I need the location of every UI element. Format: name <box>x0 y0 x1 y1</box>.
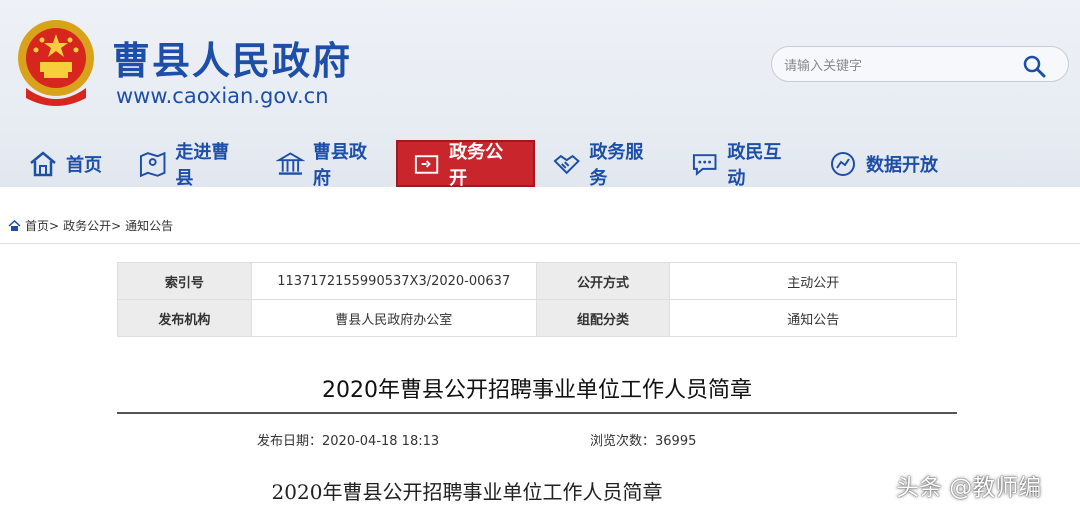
data-icon <box>831 151 855 176</box>
document-icon <box>414 154 439 174</box>
nav-label: 曹县政府 <box>312 141 367 189</box>
nav-item-gov-affairs-open[interactable]: 政务公开 <box>396 140 535 189</box>
publish-date: 发布日期：2020-04-18 18:13 <box>257 434 440 449</box>
org-label: 发布机构 <box>117 299 252 337</box>
site-title[interactable]: 曹县人民政府 <box>112 30 352 85</box>
map-icon <box>139 151 166 177</box>
site-header: 曹县人民政府 www.caoxian.gov.cn <box>0 0 1080 140</box>
mode-label: 公开方式 <box>535 262 671 300</box>
nav-label: 政务公开 <box>449 141 504 189</box>
article-title: 2020年曹县公开招聘事业单位工作人员简章 <box>322 378 752 403</box>
nav-label: 走进曹县 <box>175 141 230 189</box>
title-divider <box>117 412 957 414</box>
nav-label: 数据开放 <box>866 154 938 176</box>
category-value: 通知公告 <box>669 299 957 337</box>
org-value: 曹县人民政府办公室 <box>250 299 537 337</box>
breadcrumb-home[interactable]: 首页> <box>25 217 59 234</box>
category-label: 组配分类 <box>535 299 671 337</box>
nav-item-services[interactable]: 政务服务 <box>538 140 674 189</box>
nav-item-interaction[interactable]: 政民互动 <box>676 140 812 189</box>
breadcrumb: 首页> 政务公开> 通知公告 <box>8 217 173 234</box>
nav-label: 政民互动 <box>727 141 782 189</box>
chat-icon <box>692 153 717 176</box>
nav-item-open-data[interactable]: 数据开放 <box>814 140 954 187</box>
home-icon <box>30 150 56 176</box>
nav-item-about[interactable]: 走进曹县 <box>124 140 260 189</box>
handshake-icon <box>553 154 580 174</box>
government-building-icon <box>276 151 305 175</box>
search-box <box>771 46 1069 82</box>
search-input[interactable] <box>782 55 1016 77</box>
nav-item-home[interactable]: 首页 <box>14 140 126 187</box>
search-icon[interactable] <box>1022 54 1046 78</box>
nav-label: 政务服务 <box>589 141 644 189</box>
index-value: 1137172155990537X3/2020-00637 <box>250 262 537 300</box>
nav-item-government[interactable]: 曹县政府 <box>262 140 396 189</box>
breadcrumb-bar: 首页> 政务公开> 通知公告 <box>0 187 1080 244</box>
mode-value: 主动公开 <box>669 262 957 300</box>
breadcrumb-notices[interactable]: 通知公告 <box>125 217 173 234</box>
home-icon[interactable] <box>8 219 21 232</box>
index-label: 索引号 <box>117 262 252 300</box>
body-heading: 2020年曹县公开招聘事业单位工作人员简章 <box>271 480 663 504</box>
breadcrumb-gov-affairs[interactable]: 政务公开> <box>63 217 121 234</box>
document-meta-table: 索引号 1137172155990537X3/2020-00637 公开方式 主… <box>117 262 957 337</box>
national-emblem-icon[interactable] <box>14 18 98 108</box>
watermark: 头条 @教师编 <box>896 475 1042 501</box>
site-url[interactable]: www.caoxian.gov.cn <box>116 84 329 108</box>
main-nav: 首页 走进曹县 曹县政府 政务公开 政务服务 政民互动 数据开放 <box>0 140 1080 189</box>
view-count: 浏览次数：36995 <box>590 434 697 449</box>
nav-label: 首页 <box>66 154 102 176</box>
